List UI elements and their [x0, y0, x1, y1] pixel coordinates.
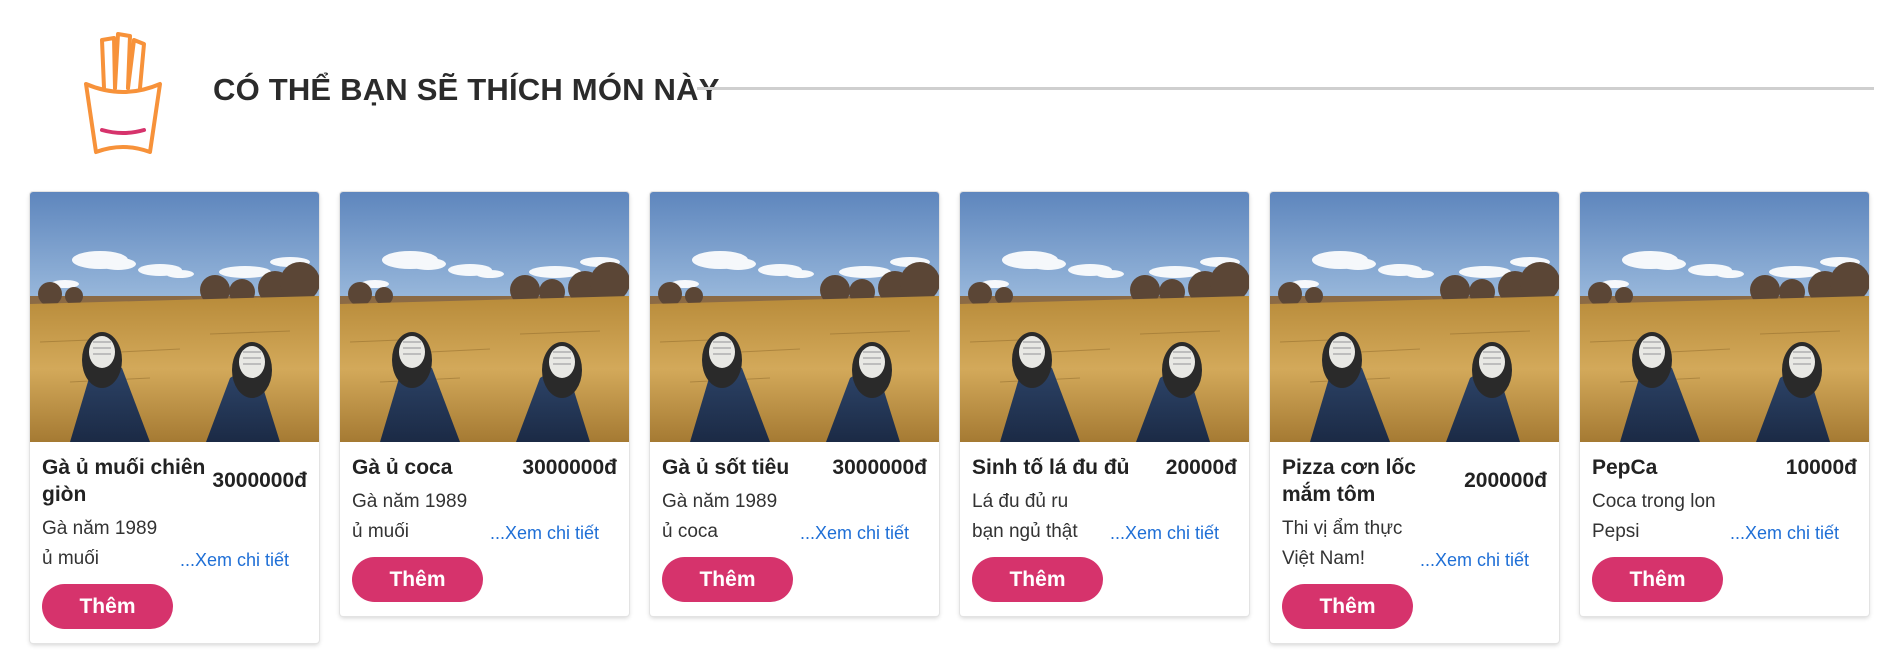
description-line: ủ muối — [42, 548, 100, 569]
view-detail-link[interactable]: ...Xem chi tiết — [1730, 523, 1839, 544]
product-price: 20000đ — [1165, 455, 1237, 479]
add-button[interactable]: Thêm — [42, 584, 173, 629]
product-price: 3000000đ — [212, 469, 307, 492]
product-description: Gà năm 1989 ủ muối — [42, 514, 157, 574]
product-description: Coca trong lon Pepsi — [1592, 487, 1716, 547]
add-button[interactable]: Thêm — [1282, 584, 1413, 629]
product-card: Gà ủ sốt tiêu 3000000đ Gà năm 1989 ủ coc… — [650, 192, 939, 616]
description-line: Việt Nam! — [1282, 548, 1366, 569]
add-button[interactable]: Thêm — [662, 557, 793, 602]
view-detail-link[interactable]: ...Xem chi tiết — [180, 550, 289, 571]
section-title: CÓ THỂ BẠN SẼ THÍCH MÓN NÀY — [213, 72, 720, 107]
product-image[interactable] — [30, 192, 319, 442]
product-price: 10000đ — [1785, 455, 1857, 479]
product-description: Gà năm 1989 ủ muối — [352, 487, 467, 547]
product-image[interactable] — [1270, 192, 1559, 442]
product-price: 200000đ — [1464, 469, 1547, 492]
product-image[interactable] — [960, 192, 1249, 442]
product-image[interactable] — [340, 192, 629, 442]
description-line: bạn ngủ thật — [972, 521, 1078, 542]
product-card: Pizza cơn lốc mắm tôm 200000đ Thi vị ẩm … — [1270, 192, 1559, 643]
product-price: 3000000đ — [522, 455, 617, 479]
description-line: ủ muối — [352, 521, 410, 542]
description-line: ủ coca — [662, 521, 718, 542]
title-divider — [697, 87, 1874, 90]
product-card: Gà ủ coca 3000000đ Gà năm 1989 ủ muối ..… — [340, 192, 629, 616]
description-line: Gà năm 1989 — [662, 491, 778, 512]
description-line: Gà năm 1989 — [352, 491, 468, 512]
product-image[interactable] — [1580, 192, 1869, 442]
product-list: Gà ủ muối chiên giòn 3000000đ Gà năm 198… — [30, 192, 1878, 643]
product-card: Gà ủ muối chiên giòn 3000000đ Gà năm 198… — [30, 192, 319, 643]
product-name: Gà ủ muối chiên giòn — [42, 456, 206, 506]
product-name: Pizza cơn lốc mắm tôm — [1282, 456, 1416, 506]
description-line: Coca trong lon — [1592, 491, 1716, 512]
product-price: 3000000đ — [832, 455, 927, 479]
product-image[interactable] — [650, 192, 939, 442]
french-fries-icon — [84, 32, 162, 154]
product-card: Sinh tố lá đu đủ 20000đ Lá đu đủ ru bạn … — [960, 192, 1249, 616]
product-description: Thi vị ẩm thực Việt Nam! — [1282, 514, 1402, 574]
description-line: Lá đu đủ ru — [972, 491, 1069, 512]
view-detail-link[interactable]: ...Xem chi tiết — [800, 523, 909, 544]
product-description: Lá đu đủ ru bạn ngủ thật — [972, 487, 1078, 547]
view-detail-link[interactable]: ...Xem chi tiết — [1110, 523, 1219, 544]
add-button[interactable]: Thêm — [1592, 557, 1723, 602]
product-name: Gà ủ sốt tiêu — [662, 456, 790, 479]
add-button[interactable]: Thêm — [352, 557, 483, 602]
description-line: Gà năm 1989 — [42, 518, 158, 539]
product-name: Gà ủ coca — [352, 456, 453, 479]
view-detail-link[interactable]: ...Xem chi tiết — [1420, 550, 1529, 571]
description-line: Pepsi — [1592, 521, 1640, 542]
description-line: Thi vị ẩm thực — [1282, 518, 1403, 539]
product-name: Sinh tố lá đu đủ — [972, 456, 1130, 479]
product-card: PepCa 10000đ Coca trong lon Pepsi ...Xem… — [1580, 192, 1869, 616]
product-name: PepCa — [1592, 456, 1658, 479]
product-description: Gà năm 1989 ủ coca — [662, 487, 777, 547]
section-header: CÓ THỂ BẠN SẼ THÍCH MÓN NÀY — [0, 0, 1896, 180]
add-button[interactable]: Thêm — [972, 557, 1103, 602]
view-detail-link[interactable]: ...Xem chi tiết — [490, 523, 599, 544]
